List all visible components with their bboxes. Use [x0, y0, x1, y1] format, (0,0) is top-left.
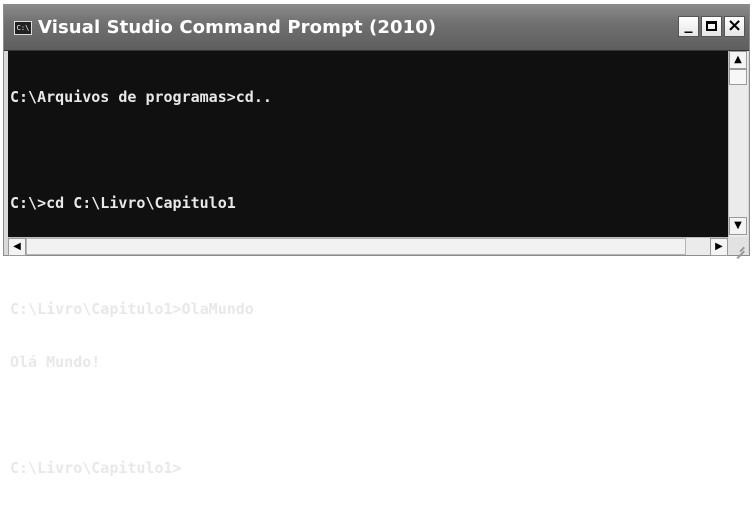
scroll-down-button[interactable]: ▼ — [729, 217, 747, 235]
vertical-scroll-thumb[interactable] — [729, 69, 747, 85]
horizontal-scroll-thumb[interactable] — [26, 238, 686, 255]
minimize-button[interactable]: _ — [678, 16, 699, 37]
console-line: C:\>cd C:\Livro\Capitulo1 — [10, 194, 236, 212]
scroll-left-button[interactable]: ◀ — [8, 238, 26, 256]
scroll-right-button[interactable]: ▶ — [710, 238, 728, 256]
console-line: C:\Livro\Capitulo1>OlaMundo — [10, 300, 254, 318]
console-app-icon: C:\ — [14, 21, 32, 35]
horizontal-scrollbar[interactable]: ◀ ▶ — [8, 237, 728, 256]
console-prompt-line: C:\Livro\Capitulo1> — [10, 459, 182, 477]
console-line: Olá Mundo! — [10, 353, 101, 371]
close-button[interactable]: × — [724, 16, 745, 37]
scroll-up-button[interactable]: ▲ — [729, 51, 747, 69]
window-title: Visual Studio Command Prompt (2010) — [38, 17, 437, 38]
command-prompt-window: C:\ Visual Studio Command Prompt (2010) … — [3, 4, 750, 477]
vertical-scrollbar[interactable]: ▲ ▼ — [728, 51, 748, 237]
console-output[interactable]: C:\Arquivos de programas>cd.. C:\>cd C:\… — [8, 51, 728, 477]
resize-grip[interactable] — [728, 237, 748, 255]
console-line: C:\Arquivos de programas>cd.. — [10, 88, 272, 106]
title-bar[interactable]: C:\ Visual Studio Command Prompt (2010) … — [4, 5, 749, 51]
maximize-icon — [706, 21, 717, 31]
maximize-button[interactable] — [701, 16, 722, 37]
